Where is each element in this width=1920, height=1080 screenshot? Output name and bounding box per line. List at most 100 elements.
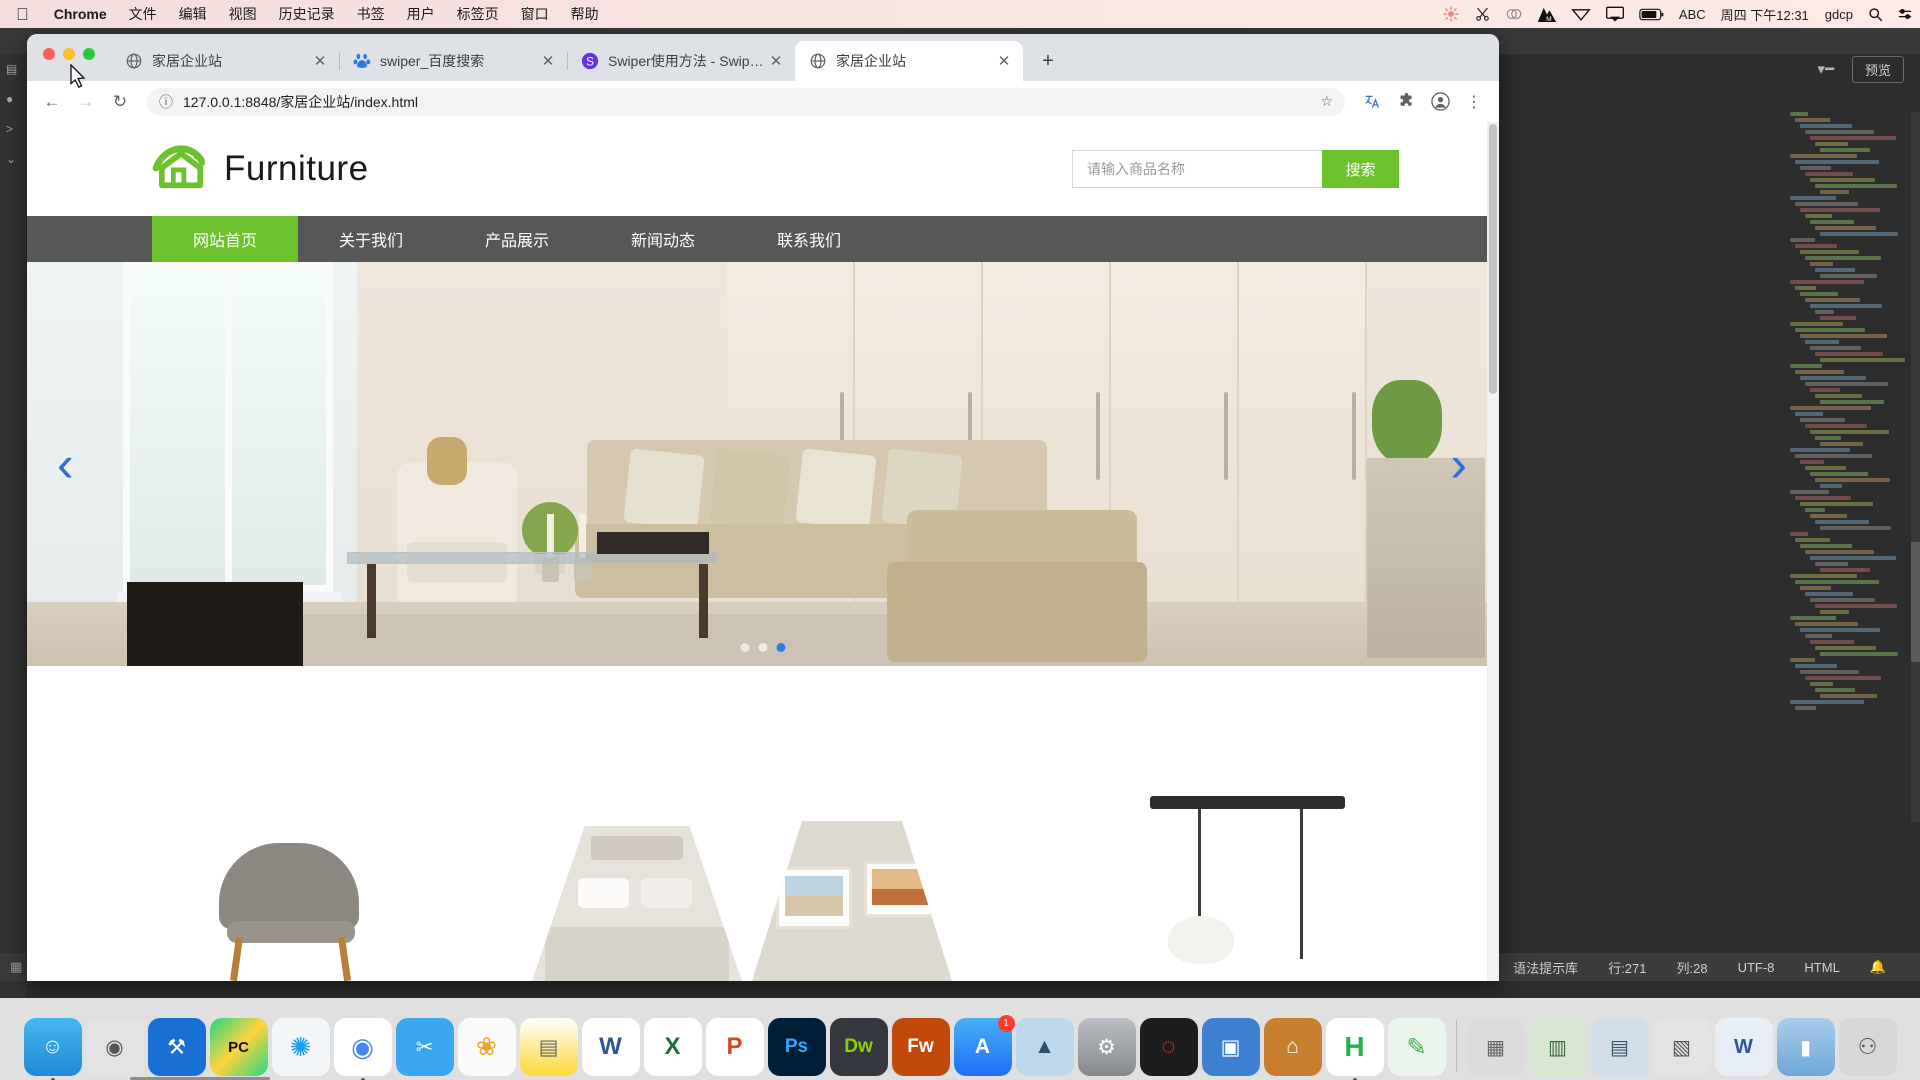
product-bedroom[interactable] — [532, 826, 742, 981]
dock-item-photoshop[interactable]: Ps — [767, 1018, 826, 1076]
rail-icon-collapse[interactable]: ⌄ — [0, 144, 26, 174]
airplay-icon[interactable] — [1598, 0, 1632, 28]
menu-clock[interactable]: 周四 下午12:31 — [1713, 5, 1817, 24]
dock-item-safari[interactable]: ✺ — [271, 1018, 330, 1076]
dock-item-chrome[interactable]: ◉ — [333, 1018, 392, 1080]
dock-item-excel-doc[interactable]: ▥ — [1528, 1018, 1587, 1076]
menu-chrome[interactable]: Chrome — [43, 6, 118, 22]
reload-icon[interactable]: ↻ — [105, 87, 135, 117]
dock-item-launchpad[interactable]: ◉ — [85, 1018, 144, 1076]
menu-bookmarks[interactable]: 书签 — [346, 4, 396, 24]
dock-item-folder[interactable]: ▮ — [1776, 1018, 1835, 1076]
control-center-icon[interactable] — [1890, 0, 1920, 28]
photoshop-icon[interactable] — [1435, 0, 1467, 28]
extensions-icon[interactable] — [1391, 87, 1421, 117]
tab-close-icon[interactable]: ✕ — [309, 52, 331, 70]
browser-tab-4-active[interactable]: 家居企业站 ✕ — [795, 41, 1023, 81]
dock-item-snipaste[interactable]: ✂ — [395, 1018, 454, 1076]
carousel-dot-2[interactable] — [758, 643, 768, 652]
menu-edit[interactable]: 编辑 — [168, 4, 218, 24]
funnel-icon[interactable]: ▾━ — [1817, 60, 1834, 78]
dock-item-lantern[interactable]: ⌂ — [1263, 1018, 1322, 1076]
syntax-library-label[interactable]: 语法提示库 — [1513, 958, 1578, 977]
dock-item-excel[interactable]: X — [643, 1018, 702, 1076]
carousel-prev-button[interactable]: ‹ — [57, 439, 74, 489]
dock-item-hbuilder[interactable]: H — [1325, 1018, 1384, 1080]
info-circle-icon[interactable]: ⓘ — [159, 92, 173, 112]
dock-item-photos[interactable]: ❀ — [457, 1018, 516, 1076]
menu-dots-icon[interactable]: ⋮ — [1459, 87, 1489, 117]
encoding-label[interactable]: UTF-8 — [1738, 960, 1775, 975]
dock-item-dreamweaver[interactable]: Dw — [829, 1018, 888, 1076]
dock-item-word[interactable]: W — [581, 1018, 640, 1076]
menu-history[interactable]: 历史记录 — [268, 4, 346, 24]
dock-item-grid-doc[interactable]: ▤ — [1590, 1018, 1649, 1076]
menu-view[interactable]: 视图 — [218, 4, 268, 24]
dock-item-sheet-doc[interactable]: ▧ — [1652, 1018, 1711, 1076]
battery-icon[interactable] — [1632, 0, 1672, 28]
nav-item-home[interactable]: 网站首页 — [152, 216, 298, 262]
dock-item-pycharm[interactable]: PC — [209, 1018, 268, 1076]
close-window-button[interactable] — [43, 48, 55, 60]
dock-item-system-preferences[interactable]: ⚙ — [1077, 1018, 1136, 1076]
zoom-window-button[interactable] — [83, 48, 95, 60]
dock-item-screenshot[interactable]: ▣ — [1201, 1018, 1260, 1076]
browser-tab-2[interactable]: swiper_百度搜索 ✕ — [339, 41, 568, 81]
carousel-next-button[interactable]: › — [1450, 439, 1467, 489]
mounty-icon[interactable]: M — [1530, 0, 1564, 28]
translate-icon[interactable] — [1357, 87, 1387, 117]
profile-icon[interactable] — [1425, 87, 1455, 117]
dock-item-parallels[interactable]: ◌ — [1139, 1018, 1198, 1076]
bell-icon[interactable]: 🔔 — [1870, 959, 1886, 975]
new-tab-button[interactable]: + — [1031, 44, 1065, 78]
browser-tab-3[interactable]: S Swiper使用方法 - Swiper中文网 ✕ — [567, 41, 796, 81]
tab-close-icon[interactable]: ✕ — [765, 52, 787, 70]
site-logo[interactable]: Furniture — [152, 143, 369, 196]
dock-item-xcode[interactable]: ⚒ — [147, 1018, 206, 1076]
dock-item-numbers-doc[interactable]: ▦ — [1466, 1018, 1525, 1076]
tab-close-icon[interactable]: ✕ — [537, 52, 559, 70]
rail-icon-outline[interactable]: ● — [0, 84, 26, 114]
dock-item-mounty[interactable]: ▲ — [1015, 1018, 1074, 1076]
product-pendant-lamp[interactable] — [1150, 796, 1345, 981]
nav-item-about[interactable]: 关于我们 — [298, 216, 444, 262]
back-arrow-icon[interactable]: ← — [37, 87, 67, 117]
star-icon[interactable]: ☆ — [1320, 93, 1333, 110]
language-label[interactable]: HTML — [1804, 960, 1839, 975]
dock-item-trash[interactable]: ⚇ — [1838, 1018, 1897, 1076]
creative-cloud-icon[interactable] — [1498, 0, 1530, 28]
dock-item-finder[interactable]: ☺ — [23, 1018, 82, 1080]
menu-window[interactable]: 窗口 — [510, 4, 560, 24]
preview-button[interactable]: 预览 — [1851, 55, 1904, 83]
tab-close-icon[interactable]: ✕ — [993, 52, 1015, 70]
menu-user[interactable]: gdcp — [1817, 7, 1861, 22]
carousel-dot-3-active[interactable] — [776, 643, 786, 652]
menu-tab[interactable]: 标签页 — [446, 4, 510, 24]
page-scrollbar[interactable] — [1487, 122, 1499, 981]
search-icon[interactable] — [1861, 0, 1890, 28]
search-input[interactable] — [1072, 150, 1322, 188]
nav-item-contact[interactable]: 联系我们 — [736, 216, 882, 262]
nav-item-news[interactable]: 新闻动态 — [590, 216, 736, 262]
search-button[interactable]: 搜索 — [1322, 150, 1399, 188]
snip-icon[interactable] — [1467, 0, 1498, 28]
menu-profiles[interactable]: 用户 — [396, 4, 446, 24]
menu-file[interactable]: 文件 — [118, 4, 168, 24]
omnibox[interactable]: ⓘ 127.0.0.1:8848/家居企业站/index.html ☆ — [147, 87, 1345, 116]
rail-icon-project[interactable]: ▤ — [0, 54, 26, 84]
menu-help[interactable]: 帮助 — [560, 4, 610, 24]
dock-item-notes[interactable]: ▤ — [519, 1018, 578, 1076]
browser-tab-1[interactable]: 家居企业站 ✕ — [111, 41, 340, 81]
dock-item-powerpoint[interactable]: P — [705, 1018, 764, 1076]
wifi-icon[interactable] — [1564, 0, 1598, 28]
dock-item-app-store[interactable]: A1 — [953, 1015, 1015, 1076]
rail-icon-expand[interactable]: > — [0, 114, 26, 144]
dock-item-word-doc[interactable]: W — [1714, 1018, 1773, 1076]
hbuilder-scrollbar[interactable] — [1911, 112, 1920, 822]
carousel-dot-1[interactable] — [740, 643, 750, 652]
dock-item-fireworks[interactable]: Fw — [891, 1018, 950, 1076]
apple-icon[interactable]:  — [16, 6, 29, 23]
product-wall-art[interactable] — [752, 821, 952, 981]
nav-item-products[interactable]: 产品展示 — [444, 216, 590, 262]
dock-item-evernote[interactable]: ✎ — [1387, 1018, 1446, 1076]
